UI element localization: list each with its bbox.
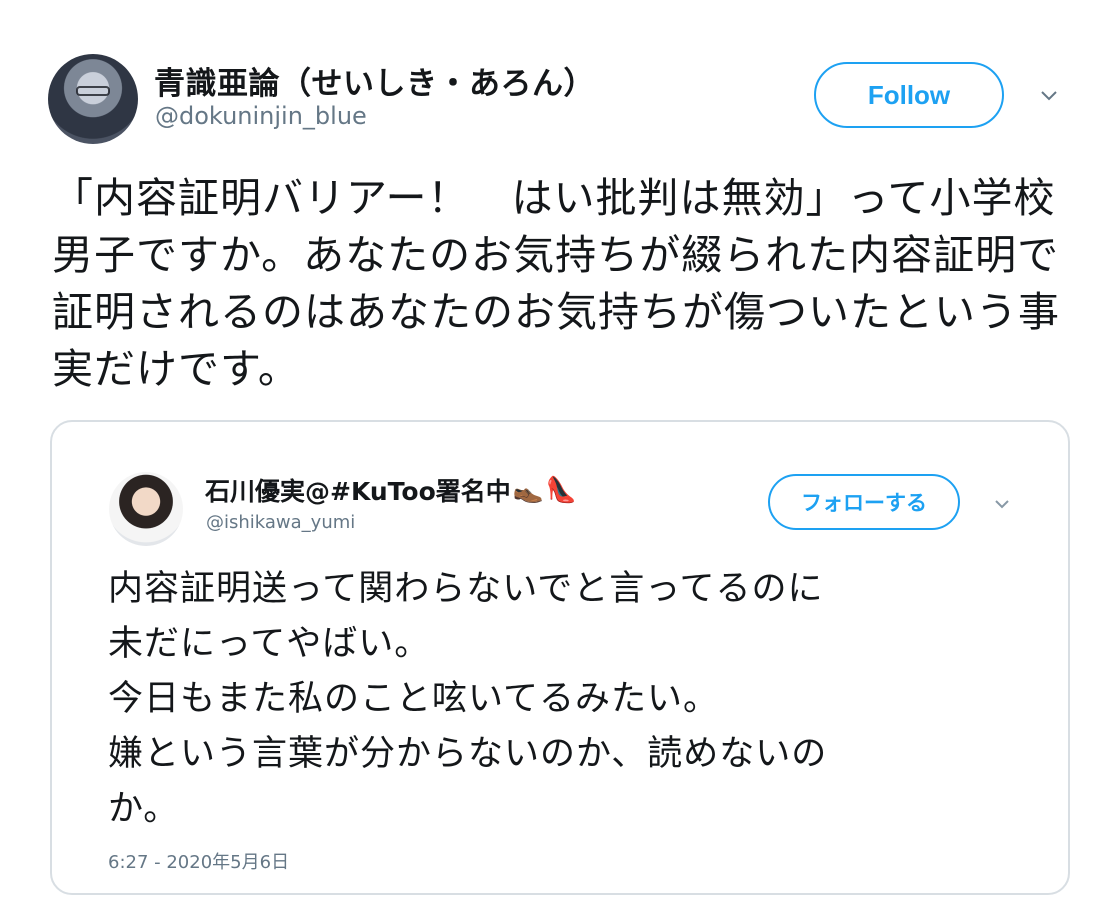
- quoted-author-avatar[interactable]: [109, 472, 183, 546]
- quoted-follow-button[interactable]: フォローする: [768, 474, 960, 530]
- avatar-glasses-detail: [76, 86, 110, 96]
- high-heel-icon: 👠: [545, 475, 578, 504]
- quoted-author-name: 石川優実@#KuToo署名中: [205, 477, 511, 506]
- tweet-text: 「内容証明バリアー！ はい批判は無効」って小学校男子ですか。あなたのお気持ちが綴…: [52, 174, 1060, 393]
- chevron-down-icon[interactable]: [1040, 86, 1058, 104]
- author-name[interactable]: 青識亜論（せいしき・あろん）: [154, 58, 595, 103]
- quoted-author-name-row[interactable]: 石川優実@#KuToo署名中 👞 👠: [205, 472, 577, 508]
- follow-button[interactable]: Follow: [814, 62, 1004, 128]
- mens-shoe-icon: 👞: [512, 475, 544, 504]
- chevron-down-icon[interactable]: [994, 496, 1010, 512]
- author-handle[interactable]: @dokuninjin_blue: [155, 102, 367, 130]
- quoted-tweet-timestamp[interactable]: 6:27 - 2020年5月6日: [108, 848, 289, 874]
- quoted-tweet-text: 内容証明送って関わらないでと言ってるのに 未だにってやばい。 今日もまた私のこと…: [108, 569, 828, 829]
- shoe-emoji-group: 👞 👠: [513, 475, 577, 505]
- quoted-author-handle[interactable]: @ishikawa_yumi: [206, 512, 355, 533]
- quoted-tweet-card[interactable]: 石川優実@#KuToo署名中 👞 👠 @ishikawa_yumi フォローする…: [50, 420, 1070, 895]
- author-avatar[interactable]: [48, 54, 138, 144]
- tweet-screenshot: 青識亜論（せいしき・あろん） @dokuninjin_blue Follow 「…: [0, 0, 1098, 905]
